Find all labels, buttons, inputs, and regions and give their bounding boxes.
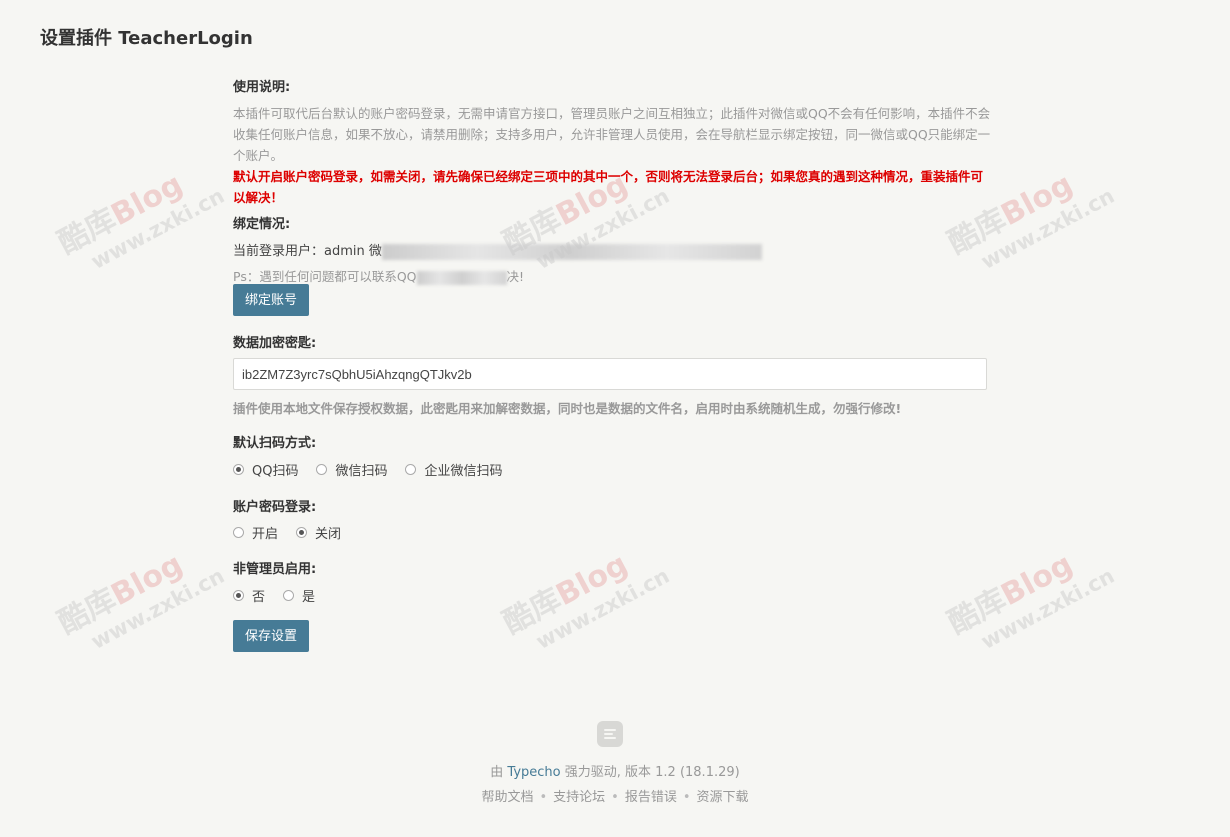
radio-dot[interactable] — [233, 527, 244, 538]
radio-label: 企业微信扫码 — [424, 464, 503, 479]
usage-warning: 默认开启账户密码登录，如需关闭，请先确保已经绑定三项中的其中一个，否则将无法登录… — [233, 169, 984, 205]
watermark: 酷库Blog www.zxki.cn — [497, 546, 674, 654]
footer-link-report-bug[interactable]: 报告错误 — [625, 790, 677, 805]
radio-password-on[interactable]: 开启 — [233, 523, 278, 542]
watermark: 酷库Blog www.zxki.cn — [942, 546, 1119, 654]
radio-label: 否 — [252, 590, 266, 605]
encryption-key-input[interactable] — [233, 358, 987, 390]
radio-dot-selected[interactable] — [233, 464, 244, 475]
current-user-text: 当前登录用户：admin 微 — [233, 244, 382, 259]
radio-label: 是 — [302, 590, 316, 605]
radio-qq-scan[interactable]: QQ扫码 — [233, 460, 298, 479]
radio-non-admin-no[interactable]: 否 — [233, 586, 265, 605]
current-user-line: 当前登录用户：admin 微 — [233, 240, 762, 260]
powered-suffix: 强力驱动, 版本 1.2 (18.1.29) — [560, 765, 740, 780]
radio-dot[interactable] — [283, 590, 295, 601]
password-login-radio-group: 开启 关闭 — [233, 523, 359, 542]
save-settings-button[interactable]: 保存设置 — [233, 620, 310, 652]
watermark: 酷库Blog www.zxki.cn — [52, 546, 229, 654]
usage-description: 本插件可取代后台默认的账户密码登录，无需申请官方接口，管理员账户之间互相独立；此… — [233, 106, 991, 163]
radio-dot-selected[interactable] — [233, 590, 244, 601]
password-login-label: 账户密码登录: — [233, 500, 317, 515]
radio-non-admin-yes[interactable]: 是 — [283, 586, 315, 605]
bind-account-button[interactable]: 绑定账号 — [233, 284, 310, 316]
encryption-hint: 插件使用本地文件保存授权数据，此密匙用来加解密数据，同时也是数据的文件名，启用时… — [233, 401, 902, 416]
powered-prefix: 由 — [490, 765, 508, 780]
redacted-qq — [416, 270, 507, 285]
encryption-label: 数据加密密匙: — [233, 336, 317, 351]
footer-powered-by: 由 Typecho 强力驱动, 版本 1.2 (18.1.29) — [0, 761, 1230, 780]
radio-dot[interactable] — [316, 464, 328, 475]
ps-suffix: 决! — [506, 269, 525, 284]
typecho-link[interactable]: Typecho — [507, 765, 560, 780]
radio-dot-selected[interactable] — [296, 527, 308, 538]
footer-link-support-forum[interactable]: 支持论坛 — [553, 790, 605, 805]
radio-label: 开启 — [252, 527, 279, 542]
radio-wechat-scan[interactable]: 微信扫码 — [316, 460, 387, 479]
ps-line: Ps：遇到任何问题都可以联系QQ 决! — [233, 266, 524, 285]
radio-label: 关闭 — [315, 527, 342, 542]
binding-label: 绑定情况: — [233, 217, 291, 232]
footer-link-downloads[interactable]: 资源下载 — [697, 790, 749, 805]
redacted-wechat-info — [381, 243, 762, 260]
page-title: 设置插件 TeacherLogin — [40, 28, 253, 49]
radio-label: 微信扫码 — [335, 464, 388, 479]
non-admin-label: 非管理员启用: — [233, 562, 317, 577]
footer-links: 帮助文档 • 支持论坛 • 报告错误 • 资源下载 — [481, 790, 749, 805]
usage-section: 使用说明: 本插件可取代后台默认的账户密码登录，无需申请官方接口，管理员账户之间… — [233, 76, 993, 208]
usage-label: 使用说明: — [233, 80, 291, 95]
radio-dot[interactable] — [405, 464, 417, 475]
radio-wecom-scan[interactable]: 企业微信扫码 — [405, 460, 503, 479]
ps-text: Ps：遇到任何问题都可以联系QQ — [233, 269, 417, 284]
non-admin-radio-group: 否 是 — [233, 586, 333, 605]
footer-link-help-docs[interactable]: 帮助文档 — [481, 790, 533, 805]
scan-method-label: 默认扫码方式: — [233, 436, 317, 451]
typecho-logo-icon — [597, 721, 623, 747]
watermark: 酷库Blog www.zxki.cn — [52, 166, 229, 274]
radio-password-off[interactable]: 关闭 — [296, 523, 341, 542]
radio-label: QQ扫码 — [252, 464, 299, 479]
scan-method-radio-group: QQ扫码 微信扫码 企业微信扫码 — [233, 460, 521, 479]
